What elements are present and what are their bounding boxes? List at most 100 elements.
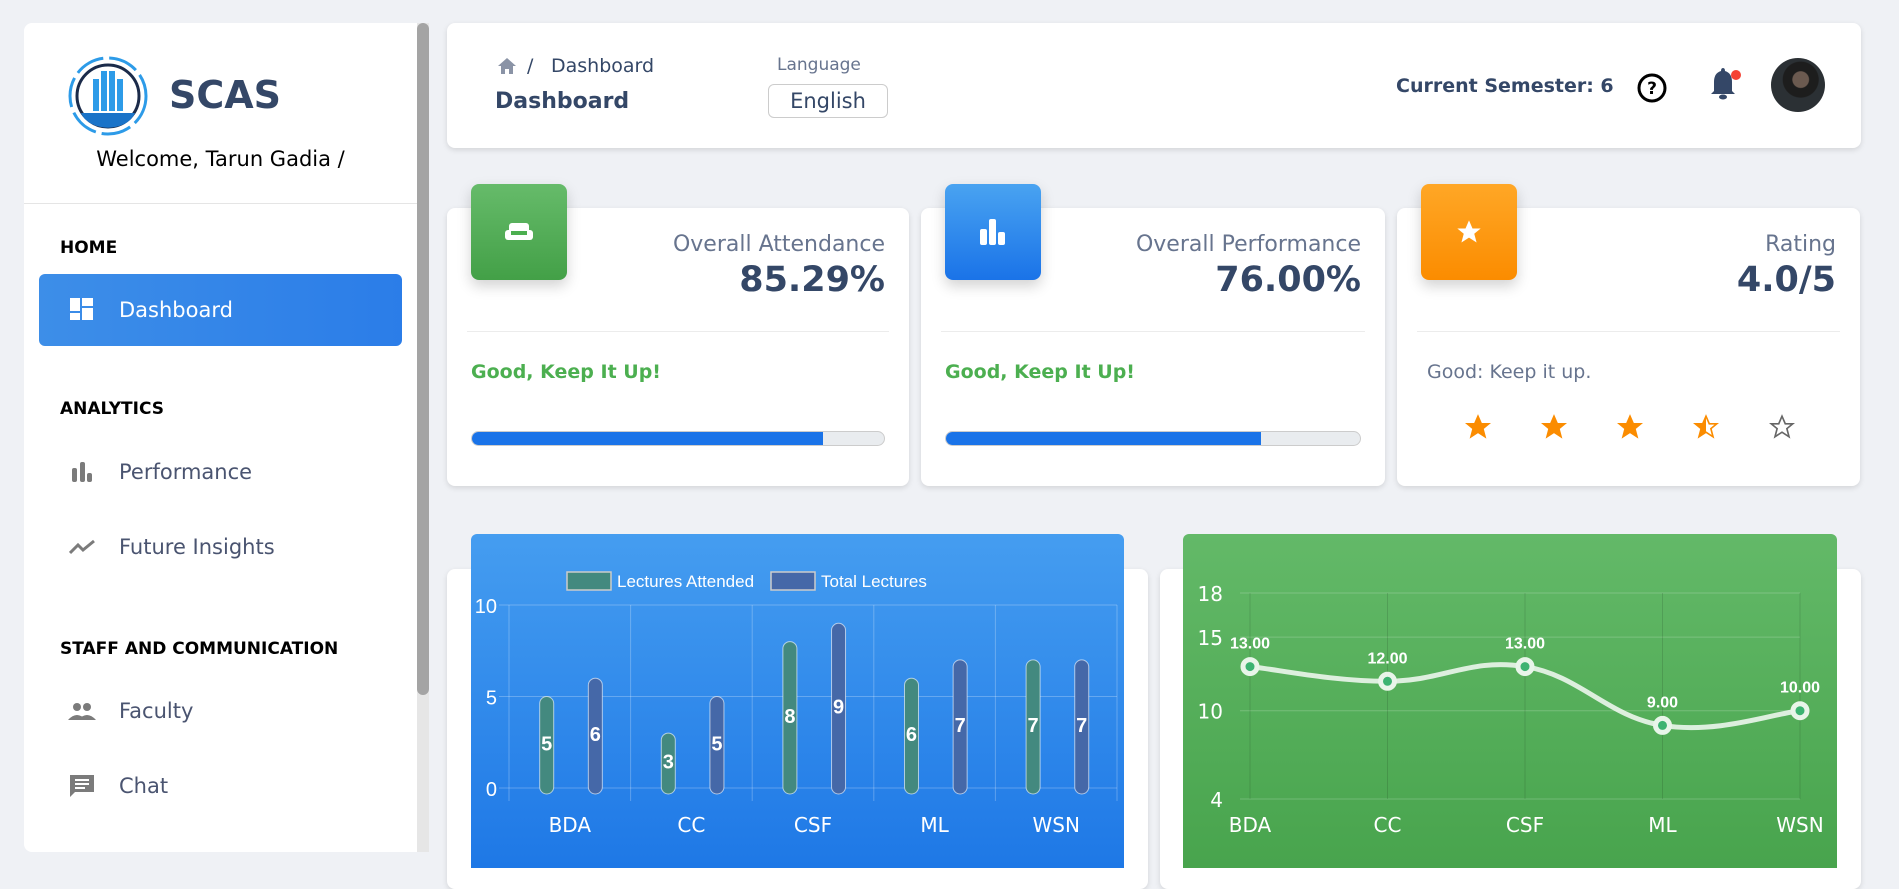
legend-swatch — [566, 571, 612, 591]
x-tick-label: ML — [920, 813, 949, 837]
bar-value-label: 7 — [955, 715, 966, 737]
x-tick-label: CSF — [1506, 813, 1544, 837]
section-home: HOME — [60, 238, 118, 258]
attendance-bar-chart: 0 5 10 Lectures Attended Total Lectures BDA 5 6… — [471, 534, 1124, 868]
chat-icon — [39, 774, 119, 798]
trend-icon — [39, 539, 119, 555]
stat-card-performance: Overall Performance 76.00% Good, Keep It… — [921, 184, 1385, 486]
data-label: 13.00 — [1230, 636, 1270, 653]
sidebar: SCAS Welcome, Tarun Gadia / HOME Dashboa… — [24, 23, 417, 852]
sidebar-item-label: Faculty — [119, 699, 194, 723]
data-point — [1240, 657, 1260, 677]
bar-value-label: 6 — [906, 724, 917, 746]
attendance-progress — [471, 431, 885, 446]
stat-value: 85.29% — [739, 260, 885, 300]
sidebar-item-performance[interactable]: Performance — [39, 442, 402, 502]
divider — [467, 331, 889, 332]
sidebar-item-chat[interactable]: Chat — [39, 756, 402, 816]
bar-chart-icon — [39, 462, 119, 482]
bar-value-label: 5 — [711, 733, 722, 755]
data-label: 12.00 — [1367, 650, 1407, 667]
star-half-icon — [1693, 414, 1719, 439]
sidebar-item-faculty[interactable]: Faculty — [39, 681, 402, 741]
x-tick-label: WSN — [1032, 813, 1079, 837]
dashboard-icon — [39, 298, 119, 322]
data-label: 13.00 — [1505, 636, 1545, 653]
x-tick-label: ML — [1648, 813, 1677, 837]
home-icon[interactable] — [498, 58, 516, 74]
sidebar-item-future-insights[interactable]: Future Insights — [39, 517, 402, 577]
progress-fill — [472, 432, 824, 445]
notification-bell-icon[interactable] — [1707, 67, 1747, 103]
stat-note: Good: Keep it up. — [1427, 361, 1592, 383]
y-tick-label: 15 — [1198, 626, 1223, 650]
data-point — [1515, 657, 1535, 677]
x-tick-label: CC — [1374, 813, 1402, 837]
notification-dot — [1731, 70, 1741, 80]
data-point — [1790, 701, 1810, 721]
svg-text:?: ? — [1647, 79, 1657, 99]
x-tick-label: CSF — [794, 813, 832, 837]
stat-card-rating: Rating 4.0/5 Good: Keep it up. — [1397, 184, 1860, 486]
line-chart-svg: 4 10 15 18 BDA CC CSF ML WSN 13.00 12.00 13.00 9.00 1… — [1198, 582, 1824, 837]
user-avatar[interactable] — [1771, 58, 1825, 112]
bar-chart-svg: 0 5 10 Lectures Attended Total Lectures BDA 5 6… — [475, 571, 1118, 837]
language-select[interactable]: English — [768, 84, 888, 118]
stat-value: 76.00% — [1215, 260, 1361, 300]
sidebar-item-label: Chat — [119, 774, 169, 798]
current-semester: Current Semester: 6 — [1396, 75, 1614, 97]
y-tick-label: 10 — [1198, 700, 1223, 724]
sidebar-item-label: Future Insights — [119, 535, 275, 559]
stat-title: Overall Attendance — [672, 232, 885, 257]
people-icon — [39, 702, 119, 720]
stat-card-attendance: Overall Attendance 85.29% Good, Keep It … — [447, 184, 909, 486]
data-label: 10.00 — [1780, 680, 1820, 697]
sidebar-item-label: Dashboard — [119, 298, 233, 322]
divider — [24, 203, 417, 204]
language-label: Language — [777, 55, 861, 75]
bar-value-label: 9 — [833, 697, 844, 719]
data-point — [1653, 715, 1672, 735]
stat-title: Overall Performance — [1135, 232, 1361, 257]
stat-note: Good, Keep It Up! — [471, 361, 661, 383]
legend-label: Lectures Attended — [617, 572, 754, 591]
y-tick-label: 18 — [1198, 582, 1223, 606]
brand-name: SCAS — [169, 73, 282, 117]
top-header: / Dashboard Dashboard Language English C… — [447, 23, 1861, 148]
y-tick-label: 4 — [1210, 788, 1223, 812]
y-tick-label: 10 — [475, 596, 497, 618]
x-tick-label: BDA — [1229, 813, 1272, 837]
star-full-icon — [1541, 414, 1567, 439]
help-icon[interactable]: ? — [1636, 72, 1668, 104]
star-full-icon — [1465, 414, 1491, 439]
bar-value-label: 6 — [590, 724, 601, 746]
sofa-icon — [471, 184, 567, 280]
legend-swatch — [770, 571, 816, 591]
sidebar-item-label: Performance — [119, 460, 253, 484]
rating-stars — [1465, 414, 1795, 440]
star-empty-icon — [1769, 414, 1795, 439]
stat-title: Rating — [1765, 232, 1836, 257]
bar-value-label: 7 — [1076, 715, 1087, 737]
sidebar-item-dashboard[interactable]: Dashboard — [39, 274, 402, 346]
performance-progress — [945, 431, 1361, 446]
section-staff: STAFF AND COMMUNICATION — [60, 639, 339, 659]
bar-value-label: 8 — [784, 706, 795, 728]
bar-value-label: 5 — [541, 733, 552, 755]
legend-label: Total Lectures — [821, 572, 927, 591]
data-point — [1378, 671, 1397, 691]
x-tick-label: BDA — [549, 813, 592, 837]
bar-chart-icon — [945, 184, 1041, 280]
data-label: 9.00 — [1647, 694, 1678, 711]
star-icon — [1421, 184, 1517, 280]
stat-value: 4.0/5 — [1736, 260, 1836, 300]
bar-value-label: 7 — [1028, 715, 1039, 737]
progress-fill — [946, 432, 1261, 445]
x-tick-label: CC — [677, 813, 705, 837]
divider — [941, 331, 1365, 332]
breadcrumb-current: Dashboard — [551, 55, 655, 77]
sidebar-scrollbar-thumb[interactable] — [417, 23, 429, 695]
y-tick-label: 0 — [486, 779, 497, 801]
scas-logo-icon — [68, 56, 148, 136]
page-title: Dashboard — [495, 89, 630, 114]
